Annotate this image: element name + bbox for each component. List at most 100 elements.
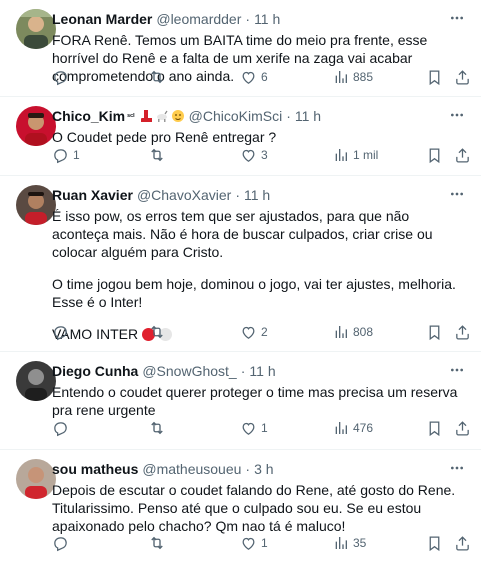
- author-name[interactable]: Diego Cunha: [52, 363, 138, 379]
- more-icon[interactable]: [447, 8, 467, 28]
- retweet-button[interactable]: [148, 534, 170, 552]
- view-count: 476: [353, 421, 374, 435]
- like-count: 1: [261, 421, 268, 435]
- timestamp[interactable]: 11 h: [295, 108, 321, 124]
- retweet-button[interactable]: [148, 419, 170, 437]
- more-icon[interactable]: [447, 184, 467, 204]
- tweet-text: Depois de escutar o coudet falando do Re…: [52, 481, 467, 535]
- share-button[interactable]: [454, 69, 471, 86]
- separator-dot: ·: [245, 461, 251, 477]
- views-button[interactable]: 476: [333, 420, 373, 436]
- reply-icon: [54, 148, 67, 163]
- view-count: 885: [353, 70, 374, 84]
- like-count: 3: [261, 148, 268, 162]
- author-handle[interactable]: @SnowGhost_: [142, 363, 236, 379]
- share-button[interactable]: [454, 535, 471, 552]
- share-button[interactable]: [454, 324, 471, 341]
- tweet[interactable]: Ruan Xavier @ChavoXavier · 11 h É isso p…: [0, 176, 481, 352]
- retweet-button[interactable]: [148, 68, 170, 86]
- like-icon: [242, 149, 255, 162]
- timestamp[interactable]: 11 h: [249, 363, 275, 379]
- view-count: 35: [353, 536, 367, 550]
- reply-button[interactable]: [52, 420, 73, 437]
- tweet-text-line: O Coudet pede pro Renê entregar ?: [52, 129, 277, 145]
- like-button[interactable]: 1: [240, 420, 268, 437]
- tweet-text-line: O time jogou bem hoje, dominou o jogo, v…: [52, 276, 460, 310]
- name-suffix: ˢᶜᴵ: [127, 111, 135, 121]
- separator-dot: ·: [240, 363, 246, 379]
- reply-icon: [54, 421, 67, 436]
- author-name[interactable]: Chico_Kim: [52, 108, 125, 124]
- tweet[interactable]: sou matheus @matheusoueu · 3 h Depois de…: [0, 450, 481, 564]
- bookmark-button[interactable]: [426, 324, 443, 341]
- views-icon: [335, 149, 347, 161]
- like-button[interactable]: 3: [240, 147, 268, 164]
- views-button[interactable]: 808: [333, 324, 373, 340]
- more-icon[interactable]: [447, 458, 467, 478]
- bookmark-button[interactable]: [426, 535, 443, 552]
- share-icon: [456, 147, 469, 163]
- timestamp[interactable]: 11 h: [244, 187, 270, 203]
- reply-button[interactable]: 1: [52, 147, 80, 164]
- tweet-text: O Coudet pede pro Renê entregar ?: [52, 128, 467, 146]
- share-button[interactable]: [454, 420, 471, 437]
- views-button[interactable]: 1 mil: [333, 147, 378, 163]
- like-button[interactable]: 2: [240, 324, 268, 341]
- bookmark-button[interactable]: [426, 69, 443, 86]
- author-name[interactable]: Leonan Marder: [52, 11, 152, 27]
- views-icon: [335, 537, 347, 549]
- retweet-icon: [151, 70, 163, 84]
- author-handle[interactable]: @leomardder: [156, 11, 241, 27]
- share-icon: [456, 420, 469, 436]
- tweet[interactable]: Leonan Marder @leomardder · 11 h FORA Re…: [0, 0, 481, 97]
- action-bar: 1 3 1 mil: [52, 145, 469, 165]
- share-icon: [456, 324, 469, 340]
- views-button[interactable]: 35: [333, 535, 366, 551]
- bookmark-icon: [429, 147, 440, 163]
- bookmark-button[interactable]: [426, 147, 443, 164]
- timestamp[interactable]: 3 h: [254, 461, 273, 477]
- bookmark-icon: [429, 420, 440, 436]
- bookmark-button[interactable]: [426, 420, 443, 437]
- reply-count: 1: [73, 148, 80, 162]
- more-icon[interactable]: [447, 360, 467, 380]
- like-count: 6: [261, 70, 268, 84]
- tweet[interactable]: Chico_Kim ˢᶜᴵ @ChicoKimSci · 11 h O Coud…: [0, 97, 481, 176]
- like-button[interactable]: 6: [240, 69, 268, 86]
- action-bar: 2 808: [52, 322, 469, 342]
- author-name[interactable]: Ruan Xavier: [52, 187, 133, 203]
- reply-icon: [54, 325, 67, 340]
- avatar[interactable]: [16, 361, 56, 401]
- retweet-button[interactable]: [148, 323, 170, 341]
- author-handle[interactable]: @ChavoXavier: [137, 187, 231, 203]
- views-icon: [335, 71, 347, 83]
- like-button[interactable]: 1: [240, 535, 268, 552]
- more-icon[interactable]: [447, 105, 467, 125]
- reply-icon: [54, 536, 67, 551]
- tweet-text-line: É isso pow, os erros tem que ser ajustad…: [52, 208, 437, 260]
- avatar[interactable]: [16, 459, 56, 499]
- reply-button[interactable]: [52, 69, 73, 86]
- avatar[interactable]: [16, 106, 56, 146]
- tweet-text: Entendo o coudet querer proteger o time …: [52, 383, 467, 419]
- author-name[interactable]: sou matheus: [52, 461, 138, 477]
- face-emoji-icon: [171, 110, 184, 122]
- reply-button[interactable]: [52, 535, 73, 552]
- like-count: 1: [261, 536, 268, 550]
- reply-button[interactable]: [52, 324, 73, 341]
- tweet[interactable]: Diego Cunha @SnowGhost_ · 11 h Entendo o…: [0, 352, 481, 450]
- views-button[interactable]: 885: [333, 69, 373, 85]
- separator-dot: ·: [286, 108, 291, 124]
- tweet-text-line: Entendo o coudet querer proteger o time …: [52, 384, 462, 418]
- name-emojis: [137, 109, 185, 123]
- avatar[interactable]: [16, 185, 56, 225]
- like-count: 2: [261, 325, 268, 339]
- separator-dot: ·: [235, 187, 240, 203]
- author-handle[interactable]: @ChicoKimSci: [189, 108, 283, 124]
- share-button[interactable]: [454, 147, 471, 164]
- share-icon: [456, 69, 469, 85]
- timestamp[interactable]: 11 h: [254, 11, 280, 27]
- retweet-button[interactable]: [148, 146, 170, 164]
- author-handle[interactable]: @matheusoueu: [142, 461, 241, 477]
- avatar[interactable]: [16, 9, 56, 49]
